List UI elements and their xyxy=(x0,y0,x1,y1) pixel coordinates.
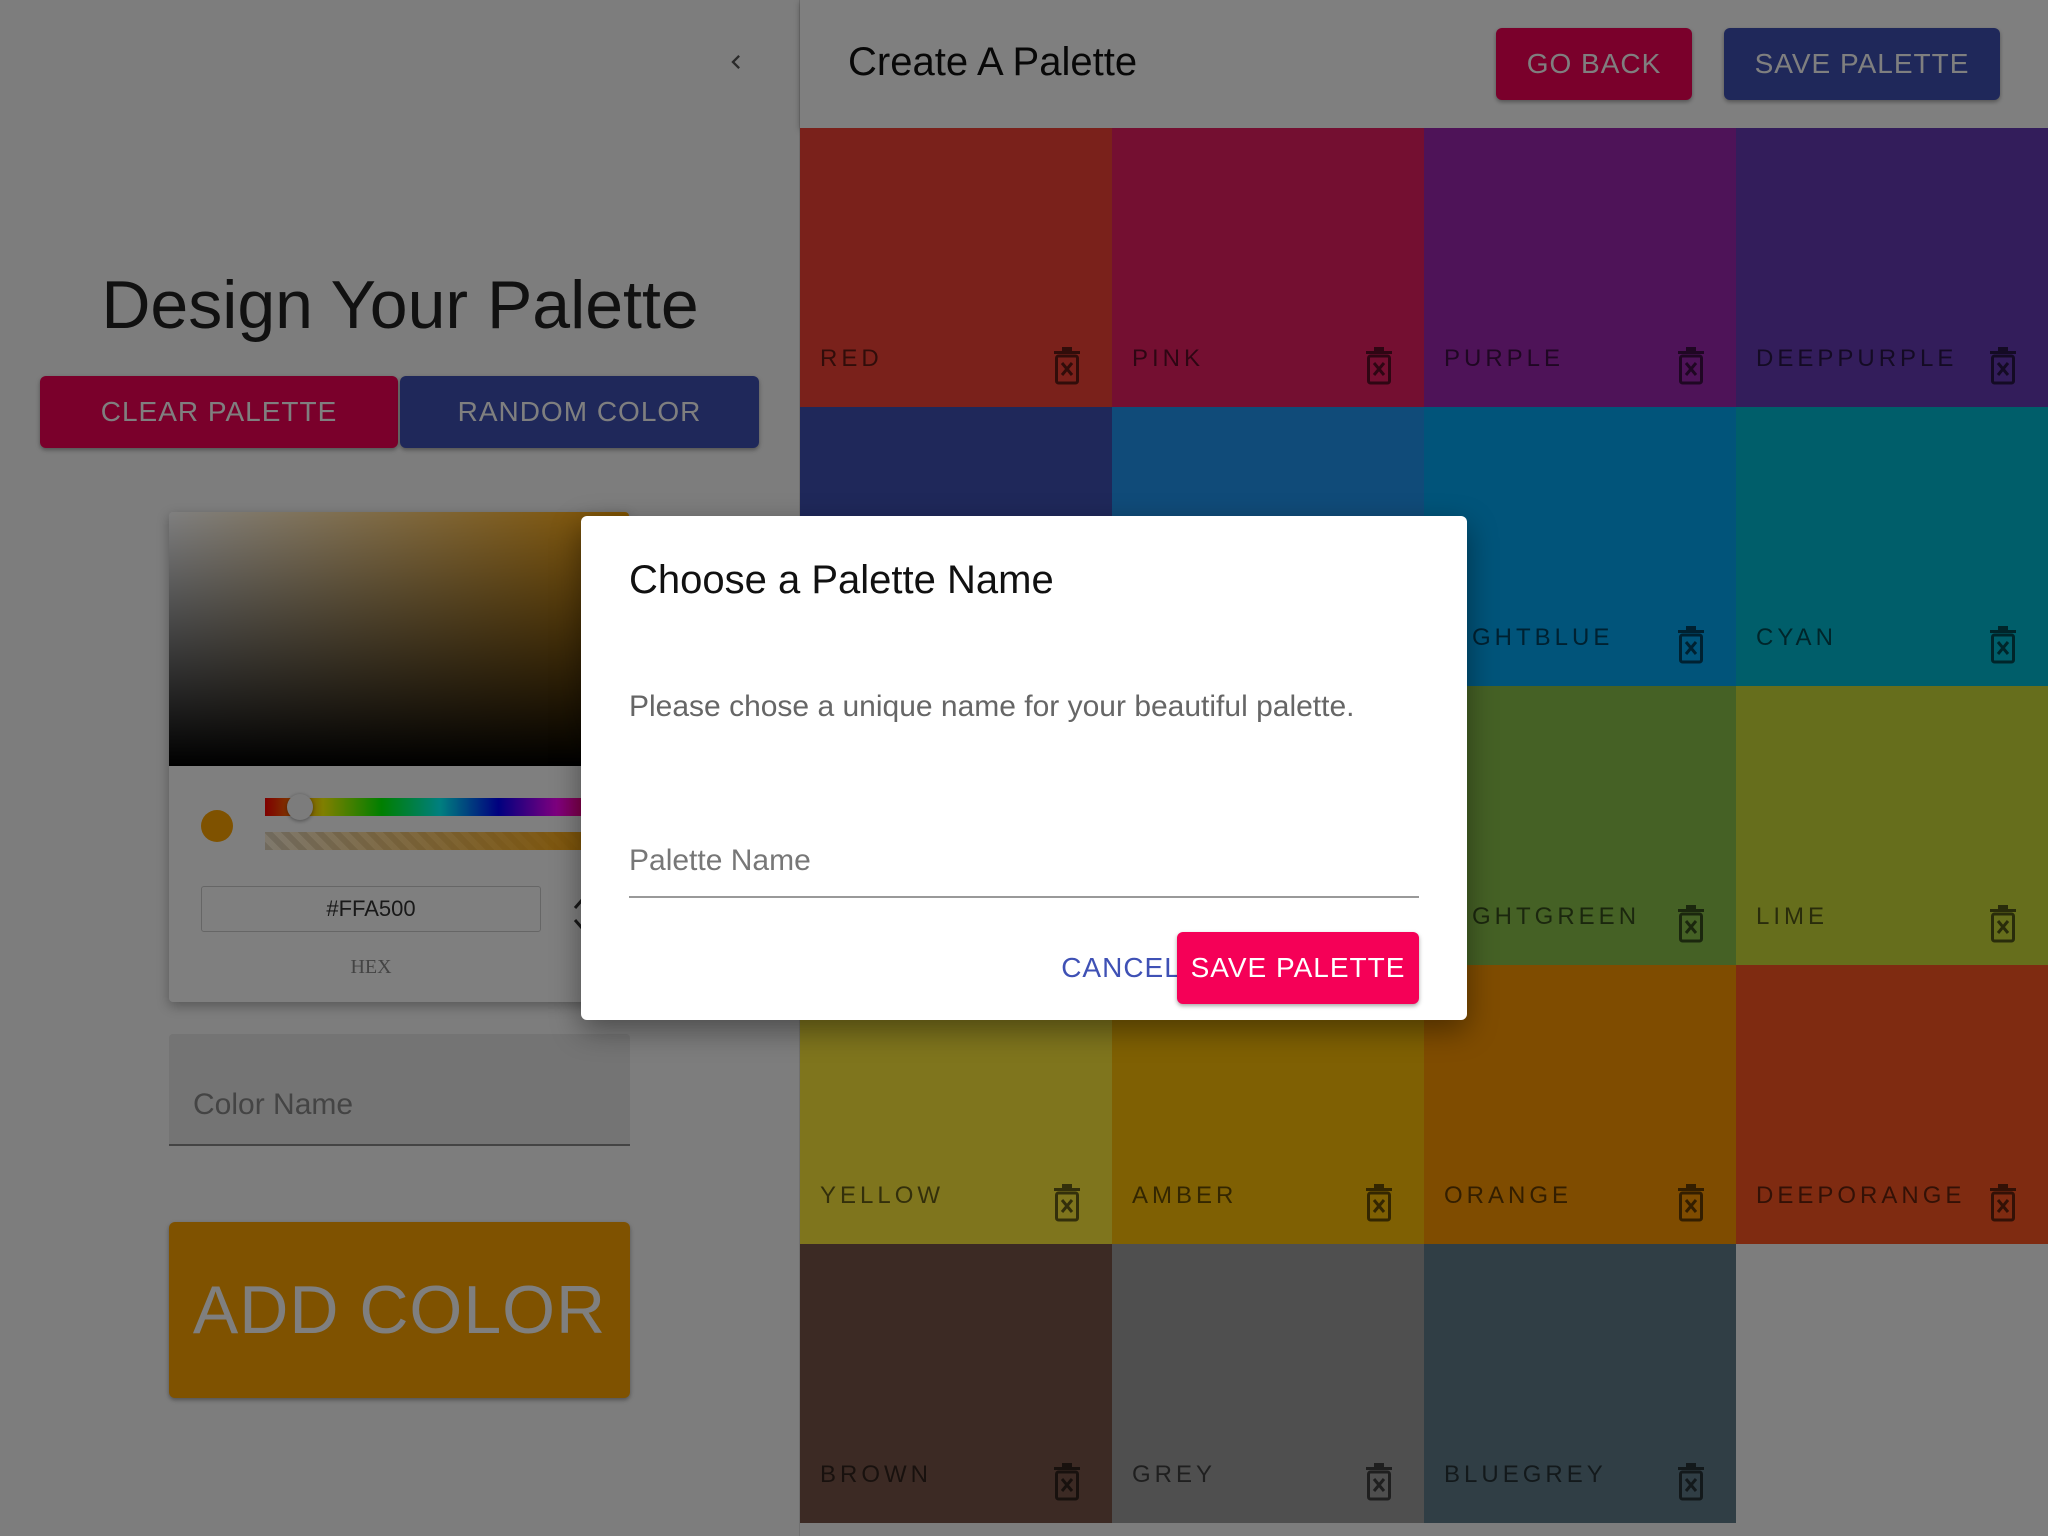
palette-name-dialog: Choose a Palette Name Please chose a uni… xyxy=(581,516,1467,1020)
palette-name-input[interactable] xyxy=(629,844,1419,878)
dialog-text: Please chose a unique name for your beau… xyxy=(629,690,1355,723)
palette-name-field xyxy=(629,830,1419,898)
dialog-title: Choose a Palette Name xyxy=(629,558,1054,602)
dialog-save-palette-button[interactable]: SAVE PALETTE xyxy=(1177,932,1419,1004)
